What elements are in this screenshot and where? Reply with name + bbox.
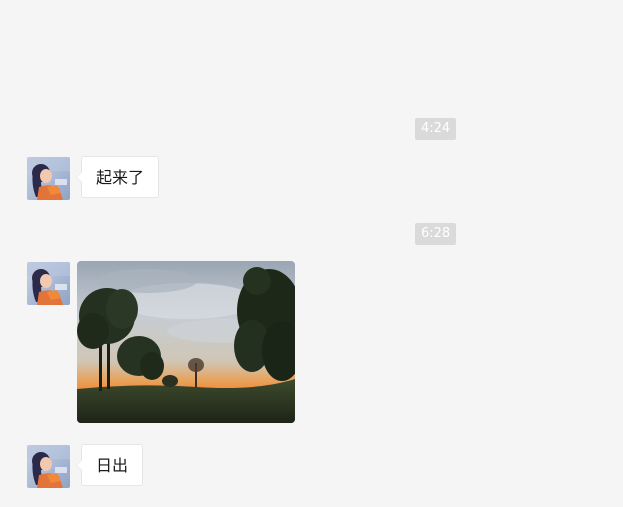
avatar-illustration-icon <box>27 445 70 488</box>
message-text: 日出 <box>96 456 129 475</box>
image-message[interactable] <box>77 261 295 423</box>
message-text: 起来了 <box>96 168 145 187</box>
avatar-illustration-icon <box>27 157 70 200</box>
avatar-illustration-icon <box>27 262 70 305</box>
sunset-photo-icon <box>77 261 295 423</box>
timestamp: 6:28 <box>415 223 457 245</box>
chat-message-area: 4:24 起来了 6:28 日出 <box>0 0 623 507</box>
timestamp: 4:24 <box>415 118 457 140</box>
message-bubble[interactable]: 起来了 <box>75 156 160 198</box>
avatar[interactable] <box>27 262 70 305</box>
avatar[interactable] <box>27 445 70 488</box>
message-bubble[interactable]: 日出 <box>75 444 144 486</box>
avatar[interactable] <box>27 157 70 200</box>
